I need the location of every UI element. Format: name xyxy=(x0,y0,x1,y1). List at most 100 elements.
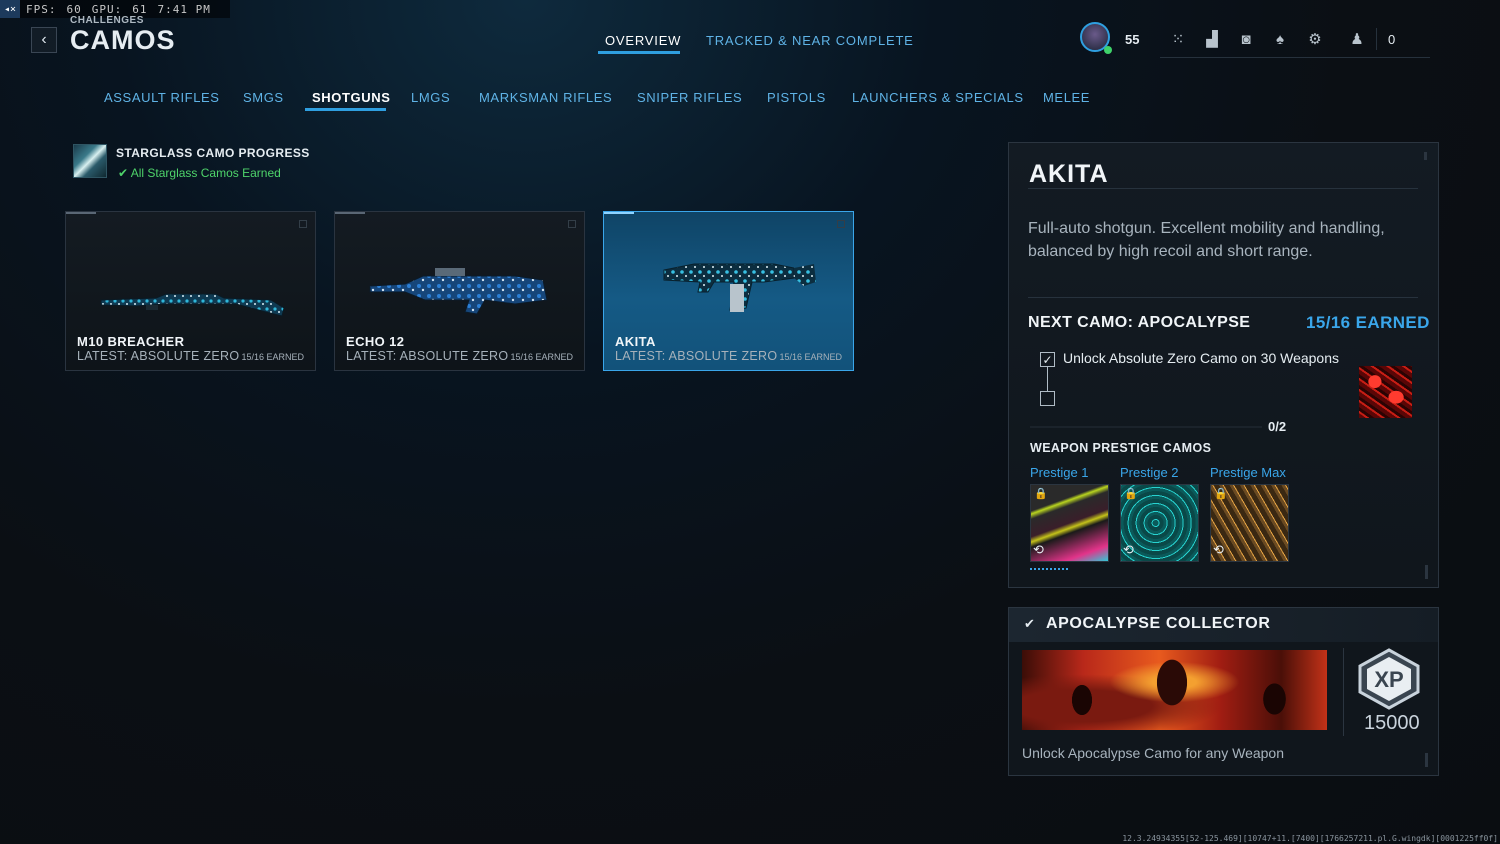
tab-tracked-near-complete[interactable]: TRACKED & NEAR COMPLETE xyxy=(706,33,914,48)
header-separator xyxy=(1376,28,1377,50)
weapon-card-echo-12[interactable]: ECHO 12 LATEST: ABSOLUTE ZERO 15/16 EARN… xyxy=(334,211,585,371)
category-melee[interactable]: MELEE xyxy=(1043,90,1090,105)
xp-badge-icon: XP xyxy=(1358,648,1420,710)
card-progress-indicator xyxy=(66,212,96,214)
collector-title: APOCALYPSE COLLECTOR xyxy=(1046,615,1271,632)
xp-value: 15000 xyxy=(1364,712,1420,734)
next-camo-label: NEXT CAMO: APOCALYPSE xyxy=(1028,314,1251,331)
category-lmgs[interactable]: LMGS xyxy=(411,90,450,105)
next-camo-earned: 15/16 EARNED xyxy=(1306,313,1430,332)
category-shotguns[interactable]: SHOTGUNS xyxy=(312,90,390,105)
panel-corner-icon xyxy=(1424,152,1427,160)
weapon-latest-camo: LATEST: ABSOLUTE ZERO xyxy=(346,349,509,363)
checkmark-icon: ✔ xyxy=(1024,616,1035,631)
prestige-selection-indicator xyxy=(1030,568,1070,570)
card-progress-indicator xyxy=(604,212,634,214)
prestige-camos-title: WEAPON PRESTIGE CAMOS xyxy=(1030,441,1212,455)
category-pistols[interactable]: PISTOLS xyxy=(767,90,826,105)
fps-label: FPS: xyxy=(26,2,57,16)
clock: 7:41 PM xyxy=(157,2,211,16)
category-shotguns-indicator xyxy=(305,108,386,111)
category-launchers-specials[interactable]: LAUNCHERS & SPECIALS xyxy=(852,90,1024,105)
store-icon[interactable]: ▟ xyxy=(1201,28,1223,50)
mute-icon: ◂× xyxy=(0,0,20,18)
requirement-checkbox-checked: ✓ xyxy=(1040,352,1055,367)
settings-gear-icon[interactable]: ⚙ xyxy=(1304,28,1326,50)
lock-icon: 🔒 xyxy=(1214,488,1228,500)
category-smgs[interactable]: SMGS xyxy=(243,90,284,105)
reward-figure-right xyxy=(1252,668,1297,730)
party-icon[interactable]: ♟ xyxy=(1346,28,1368,50)
notification-bell-icon[interactable]: ♠ xyxy=(1269,28,1291,50)
online-status-dot xyxy=(1104,46,1112,54)
akita-weapon-image xyxy=(663,263,816,312)
detail-divider xyxy=(1028,297,1418,298)
prestige-max-camo-tile[interactable]: 🔒 ⟲ xyxy=(1210,484,1289,562)
page-title: CAMOS xyxy=(70,25,176,55)
player-level: 55 xyxy=(1125,32,1140,47)
chevron-left-icon: ‹ xyxy=(41,31,47,48)
detail-divider xyxy=(1028,188,1418,189)
requirement-checkbox-unchecked xyxy=(1040,391,1055,406)
prestige-max-label: Prestige Max xyxy=(1210,465,1286,480)
fps-value: 60 xyxy=(66,2,82,16)
card-progress-indicator xyxy=(335,212,365,214)
starglass-title: STARGLASS CAMO PROGRESS xyxy=(116,146,310,160)
gpu-value: 61 xyxy=(132,2,148,16)
collector-scroll-indicator xyxy=(1425,753,1428,767)
starglass-status-text: All Starglass Camos Earned xyxy=(130,166,281,180)
prestige-2-label: Prestige 2 xyxy=(1120,465,1179,480)
collector-description: Unlock Apocalypse Camo for any Weapon xyxy=(1022,745,1284,761)
xp-badge-label: XP xyxy=(1374,667,1403,692)
tab-overview-indicator xyxy=(598,51,680,54)
prestige-badge-icon: ⟲ xyxy=(1033,542,1044,557)
weapon-latest-camo: LATEST: ABSOLUTE ZERO xyxy=(77,349,240,363)
weapon-earned-count: 15/16 EARNED xyxy=(241,352,304,362)
grid-menu-icon[interactable]: ⁙ xyxy=(1167,28,1189,50)
category-marksman-rifles[interactable]: MARKSMAN RIFLES xyxy=(479,90,612,105)
tab-overview[interactable]: OVERVIEW xyxy=(605,33,681,48)
starglass-camo-icon xyxy=(73,144,107,178)
requirement-progress-bar xyxy=(1030,426,1262,428)
collector-reward-image xyxy=(1022,650,1327,730)
starglass-status: ✔ All Starglass Camos Earned xyxy=(118,166,281,180)
weapon-name: AKITA xyxy=(615,334,656,349)
prestige-badge-icon: ⟲ xyxy=(1213,542,1224,557)
party-count: 0 xyxy=(1388,32,1396,47)
apocalypse-camo-preview xyxy=(1359,366,1412,418)
weapon-card-m10-breacher[interactable]: M10 BREACHER LATEST: ABSOLUTE ZERO 15/16… xyxy=(65,211,316,371)
collector-separator xyxy=(1343,648,1344,736)
card-corner-icon xyxy=(299,220,307,228)
media-icon[interactable]: ◙ xyxy=(1235,28,1257,50)
category-sniper-rifles[interactable]: SNIPER RIFLES xyxy=(637,90,742,105)
requirement-connector xyxy=(1047,367,1048,391)
back-button[interactable]: ‹ xyxy=(31,27,57,53)
weapon-card-akita[interactable]: AKITA LATEST: ABSOLUTE ZERO 15/16 EARNED xyxy=(603,211,854,371)
prestige-1-label: Prestige 1 xyxy=(1030,465,1089,480)
category-assault-rifles[interactable]: ASSAULT RIFLES xyxy=(104,90,220,105)
weapon-latest-camo: LATEST: ABSOLUTE ZERO xyxy=(615,349,778,363)
prestige-2-camo-tile[interactable]: 🔒 ⟲ xyxy=(1120,484,1199,562)
lock-icon: 🔒 xyxy=(1124,488,1138,500)
checkmark-icon: ✔ xyxy=(118,166,131,180)
prestige-badge-icon: ⟲ xyxy=(1123,542,1134,557)
gpu-label: GPU: xyxy=(91,2,123,16)
weapon-name: M10 BREACHER xyxy=(77,334,185,349)
weapon-name: ECHO 12 xyxy=(346,334,405,349)
build-string: 12.3.24934355[52-125.469][10747+11.[7400… xyxy=(1122,834,1498,843)
lock-icon: 🔒 xyxy=(1034,488,1048,500)
reward-figure-left xyxy=(1062,670,1102,730)
m10-breacher-weapon-image xyxy=(100,293,285,317)
detail-description: Full-auto shotgun. Excellent mobility an… xyxy=(1028,220,1385,260)
panel-scroll-indicator xyxy=(1425,565,1428,579)
card-corner-icon xyxy=(837,220,845,228)
weapon-earned-count: 15/16 EARNED xyxy=(779,352,842,362)
reward-figure-center xyxy=(1142,658,1202,728)
echo-12-weapon-image xyxy=(369,268,548,315)
detail-weapon-name: AKITA xyxy=(1029,160,1109,188)
weapon-earned-count: 15/16 EARNED xyxy=(510,352,573,362)
prestige-1-camo-tile[interactable]: 🔒 ⟲ xyxy=(1030,484,1109,562)
requirement-progress-text: 0/2 xyxy=(1268,419,1287,434)
card-corner-icon xyxy=(568,220,576,228)
requirement-text: Unlock Absolute Zero Camo on 30 Weapons xyxy=(1063,350,1340,366)
